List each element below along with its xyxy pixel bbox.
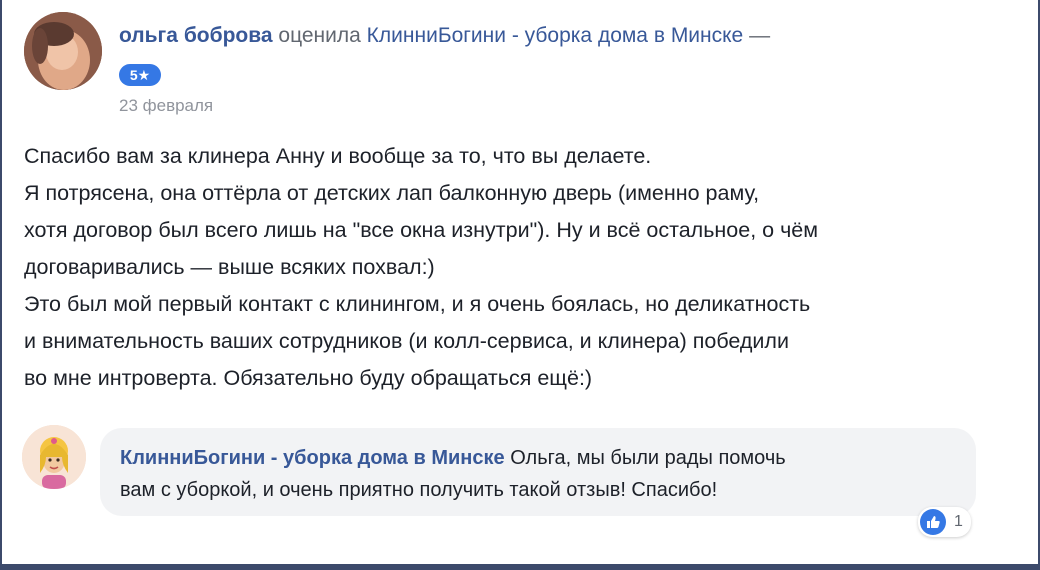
like-icon: [920, 509, 946, 535]
reply-text-1: Ольга, мы были рады помочь: [510, 447, 786, 469]
reply-bubble: КлинниБогини - уборка дома в Минске Ольг…: [100, 428, 976, 516]
review-line: Это был мой первый контакт с клинингом, …: [24, 292, 811, 316]
review-line: и внимательность ваших сотрудников (и ко…: [24, 329, 789, 353]
review-header: ольга боброва оценила КлинниБогини - убо…: [119, 22, 999, 50]
review-line: Я потрясена, она оттёрла от детских лап …: [24, 181, 760, 205]
review-card: ольга боброва оценила КлинниБогини - убо…: [0, 0, 1040, 570]
review-line: Спасибо вам за клинера Анну и вообще за …: [24, 144, 652, 168]
like-count: 1: [954, 513, 963, 530]
rating-badge: 5★: [119, 64, 161, 86]
reviewer-avatar[interactable]: [24, 12, 102, 90]
review-line: во мне интроверта. Обязательно буду обра…: [24, 366, 593, 390]
reply-author-link[interactable]: КлинниБогини - уборка дома в Минске: [120, 447, 505, 469]
review-date[interactable]: 23 февраля: [119, 96, 213, 116]
review-verb: оценила: [278, 24, 361, 47]
reply-text-2: вам с уборкой, и очень приятно получить …: [120, 479, 718, 501]
page-name-link[interactable]: КлинниБогини - уборка дома в Минске: [367, 24, 744, 47]
reply-line-1: КлинниБогини - уборка дома в Минске Ольг…: [120, 442, 956, 474]
review-line: хотя договор был всего лишь на "все окна…: [24, 218, 819, 242]
page-avatar[interactable]: [22, 425, 86, 489]
reviewer-name-link[interactable]: ольга боброва: [119, 24, 273, 47]
reaction-summary[interactable]: 1: [918, 507, 971, 537]
header-dash: —: [749, 24, 771, 47]
review-text: Спасибо вам за клинера Анну и вообще за …: [24, 138, 1024, 397]
review-line: договаривались — выше всяких похвал:): [24, 255, 435, 279]
